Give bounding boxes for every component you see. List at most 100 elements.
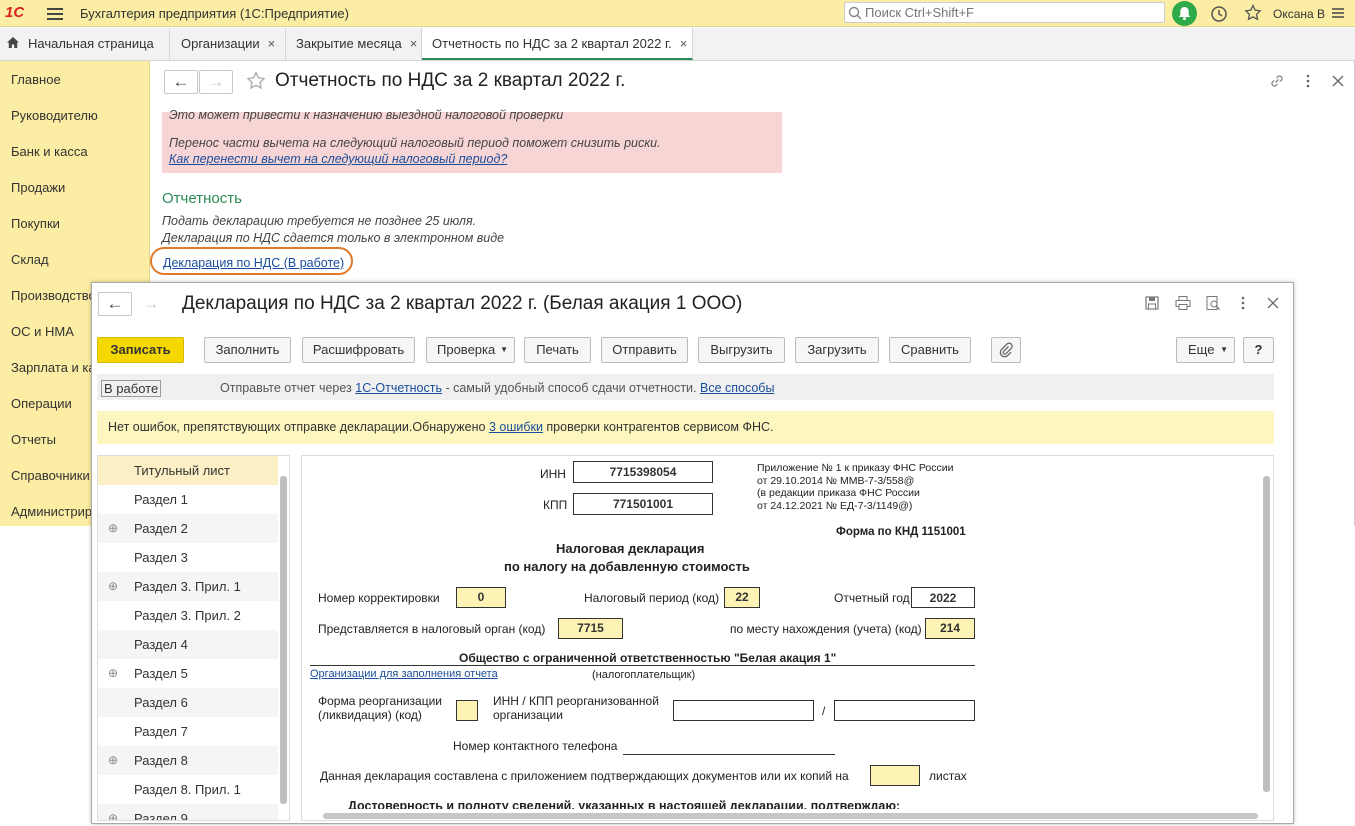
expand-plus-icon[interactable]: ⊕ — [108, 746, 118, 775]
tree-item-section-4[interactable]: Раздел 4 — [98, 630, 278, 659]
expand-plus-icon[interactable]: ⊕ — [108, 804, 118, 820]
search-input[interactable] — [865, 5, 1145, 20]
form-scrollbar[interactable] — [1263, 476, 1270, 792]
1c-reporting-link[interactable]: 1С-Отчетность — [355, 381, 442, 395]
tab-month-closing[interactable]: Закрытие месяца × — [286, 28, 422, 60]
expand-plus-icon[interactable]: ⊕ — [108, 514, 118, 543]
back-button[interactable]: ← — [98, 292, 132, 316]
tree-scrollbar[interactable] — [280, 476, 287, 804]
main-menu-icon[interactable] — [1330, 5, 1346, 24]
sidebar-item-warehouse[interactable]: Склад — [11, 252, 49, 267]
tree-item-label: Раздел 3 — [134, 550, 188, 565]
declaration-link[interactable]: Декларация по НДС (В работе) — [163, 256, 344, 270]
all-methods-link[interactable]: Все способы — [700, 381, 774, 395]
sidebar-item-reports[interactable]: Отчеты — [11, 432, 56, 447]
form-heading-2: по налогу на добавленную стоимость — [504, 559, 750, 574]
year-field[interactable]: 2022 — [911, 587, 975, 608]
sidebar-item-production[interactable]: Производство — [11, 288, 96, 303]
sidebar-item-manager[interactable]: Руководителю — [11, 108, 98, 123]
forward-button[interactable]: → — [134, 292, 168, 316]
more-icon[interactable] — [1302, 73, 1314, 92]
close-icon[interactable] — [1331, 74, 1345, 91]
preview-icon[interactable] — [1205, 295, 1221, 314]
decode-button[interactable]: Расшифровать — [302, 337, 415, 363]
phone-label: Номер контактного телефона — [453, 739, 618, 753]
tree-item-section-6[interactable]: Раздел 6 — [98, 688, 278, 717]
attachment-button[interactable] — [991, 337, 1021, 363]
correction-field[interactable]: 0 — [456, 587, 506, 608]
tree-item-section-1[interactable]: Раздел 1 — [98, 485, 278, 514]
sidebar-item-bank[interactable]: Банк и касса — [11, 144, 88, 159]
pages-field[interactable] — [870, 765, 920, 786]
status-field[interactable]: В работе — [101, 380, 162, 397]
sidebar-item-sales[interactable]: Продажи — [11, 180, 65, 195]
check-dropdown-button[interactable]: Проверка ▼ — [426, 337, 515, 363]
favorites-star-icon[interactable] — [1244, 3, 1262, 25]
compare-button[interactable]: Сравнить — [889, 337, 971, 363]
sidebar-item-operations[interactable]: Операции — [11, 396, 72, 411]
org-select-link[interactable]: Организации для заполнения отчета — [310, 668, 498, 680]
unload-button[interactable]: Выгрузить — [698, 337, 785, 363]
kpp-field[interactable]: 771501001 — [573, 493, 713, 515]
more-dropdown-button[interactable]: Еще ▼ — [1176, 337, 1235, 363]
expand-plus-icon[interactable]: ⊕ — [108, 572, 118, 601]
deduction-transfer-link[interactable]: Как перенести вычет на следующий налогов… — [169, 152, 507, 166]
tab-vat-reporting[interactable]: Отчетность по НДС за 2 квартал 2022 г. × — [422, 28, 693, 60]
print-button[interactable]: Печать — [524, 337, 591, 363]
save-icon[interactable] — [1144, 295, 1160, 314]
print-icon[interactable] — [1174, 295, 1192, 314]
close-icon[interactable] — [1266, 296, 1280, 313]
errors-link[interactable]: 3 ошибки — [489, 420, 543, 434]
phone-field[interactable] — [623, 754, 835, 755]
authority-field[interactable]: 7715 — [558, 618, 623, 639]
notifications-bell-icon[interactable] — [1172, 1, 1197, 26]
help-button[interactable]: ? — [1243, 337, 1274, 363]
history-icon[interactable] — [1210, 5, 1228, 26]
location-label: по месту нахождения (учета) (код) — [730, 622, 922, 636]
sidebar-item-fixed-assets[interactable]: ОС и НМА — [11, 324, 74, 339]
form-horizontal-scrollbar[interactable] — [323, 813, 1258, 819]
save-button[interactable]: Записать — [97, 337, 184, 363]
tree-item-label: Раздел 9 — [134, 811, 188, 821]
menu-icon[interactable] — [47, 5, 63, 21]
link-icon[interactable] — [1269, 73, 1285, 92]
sidebar-item-purchases[interactable]: Покупки — [11, 216, 60, 231]
close-icon[interactable]: × — [268, 36, 276, 51]
close-icon[interactable]: × — [410, 36, 418, 51]
tree-item-label: Раздел 5 — [134, 666, 188, 681]
expand-plus-icon[interactable]: ⊕ — [108, 659, 118, 688]
tree-item-label: Раздел 2 — [134, 521, 188, 536]
reorg-inn-field[interactable] — [673, 700, 814, 721]
more-label: Еще — [1188, 342, 1215, 357]
tab-organizations[interactable]: Организации × — [171, 28, 286, 60]
tree-item-section-7[interactable]: Раздел 7 — [98, 717, 278, 746]
tree-item-section-2[interactable]: ⊕ Раздел 2 — [98, 514, 278, 543]
tree-item-section-5[interactable]: ⊕ Раздел 5 — [98, 659, 278, 688]
inn-field[interactable]: 7715398054 — [573, 461, 713, 483]
forward-button[interactable]: → — [199, 70, 233, 94]
fill-button[interactable]: Заполнить — [204, 337, 291, 363]
period-field[interactable]: 22 — [724, 587, 760, 608]
favorite-star-icon[interactable] — [246, 71, 266, 94]
back-button[interactable]: ← — [164, 70, 198, 94]
tree-item-section-3-app-1[interactable]: ⊕ Раздел 3. Прил. 1 — [98, 572, 278, 601]
tab-home[interactable]: Начальная страница — [0, 28, 170, 60]
more-icon[interactable] — [1237, 295, 1249, 314]
tree-item-label: Раздел 3. Прил. 2 — [134, 608, 241, 623]
location-field[interactable]: 214 — [925, 618, 975, 639]
load-button[interactable]: Загрузить — [795, 337, 879, 363]
tree-item-section-8[interactable]: ⊕ Раздел 8 — [98, 746, 278, 775]
search-box[interactable] — [844, 2, 1165, 23]
sidebar-item-catalogs[interactable]: Справочники — [11, 468, 90, 483]
sidebar-item-main[interactable]: Главное — [11, 72, 61, 87]
send-button[interactable]: Отправить — [601, 337, 688, 363]
tree-item-section-8-app-1[interactable]: Раздел 8. Прил. 1 — [98, 775, 278, 804]
close-icon[interactable]: × — [680, 36, 688, 51]
reorg-form-field[interactable] — [456, 700, 478, 721]
tree-item-section-3[interactable]: Раздел 3 — [98, 543, 278, 572]
tree-item-section-3-app-2[interactable]: Раздел 3. Прил. 2 — [98, 601, 278, 630]
tree-item-title-page[interactable]: Титульный лист — [98, 456, 278, 485]
reorg-kpp-field[interactable] — [834, 700, 975, 721]
tree-item-section-9[interactable]: ⊕ Раздел 9 — [98, 804, 278, 821]
user-name[interactable]: Оксана В — [1273, 7, 1325, 21]
